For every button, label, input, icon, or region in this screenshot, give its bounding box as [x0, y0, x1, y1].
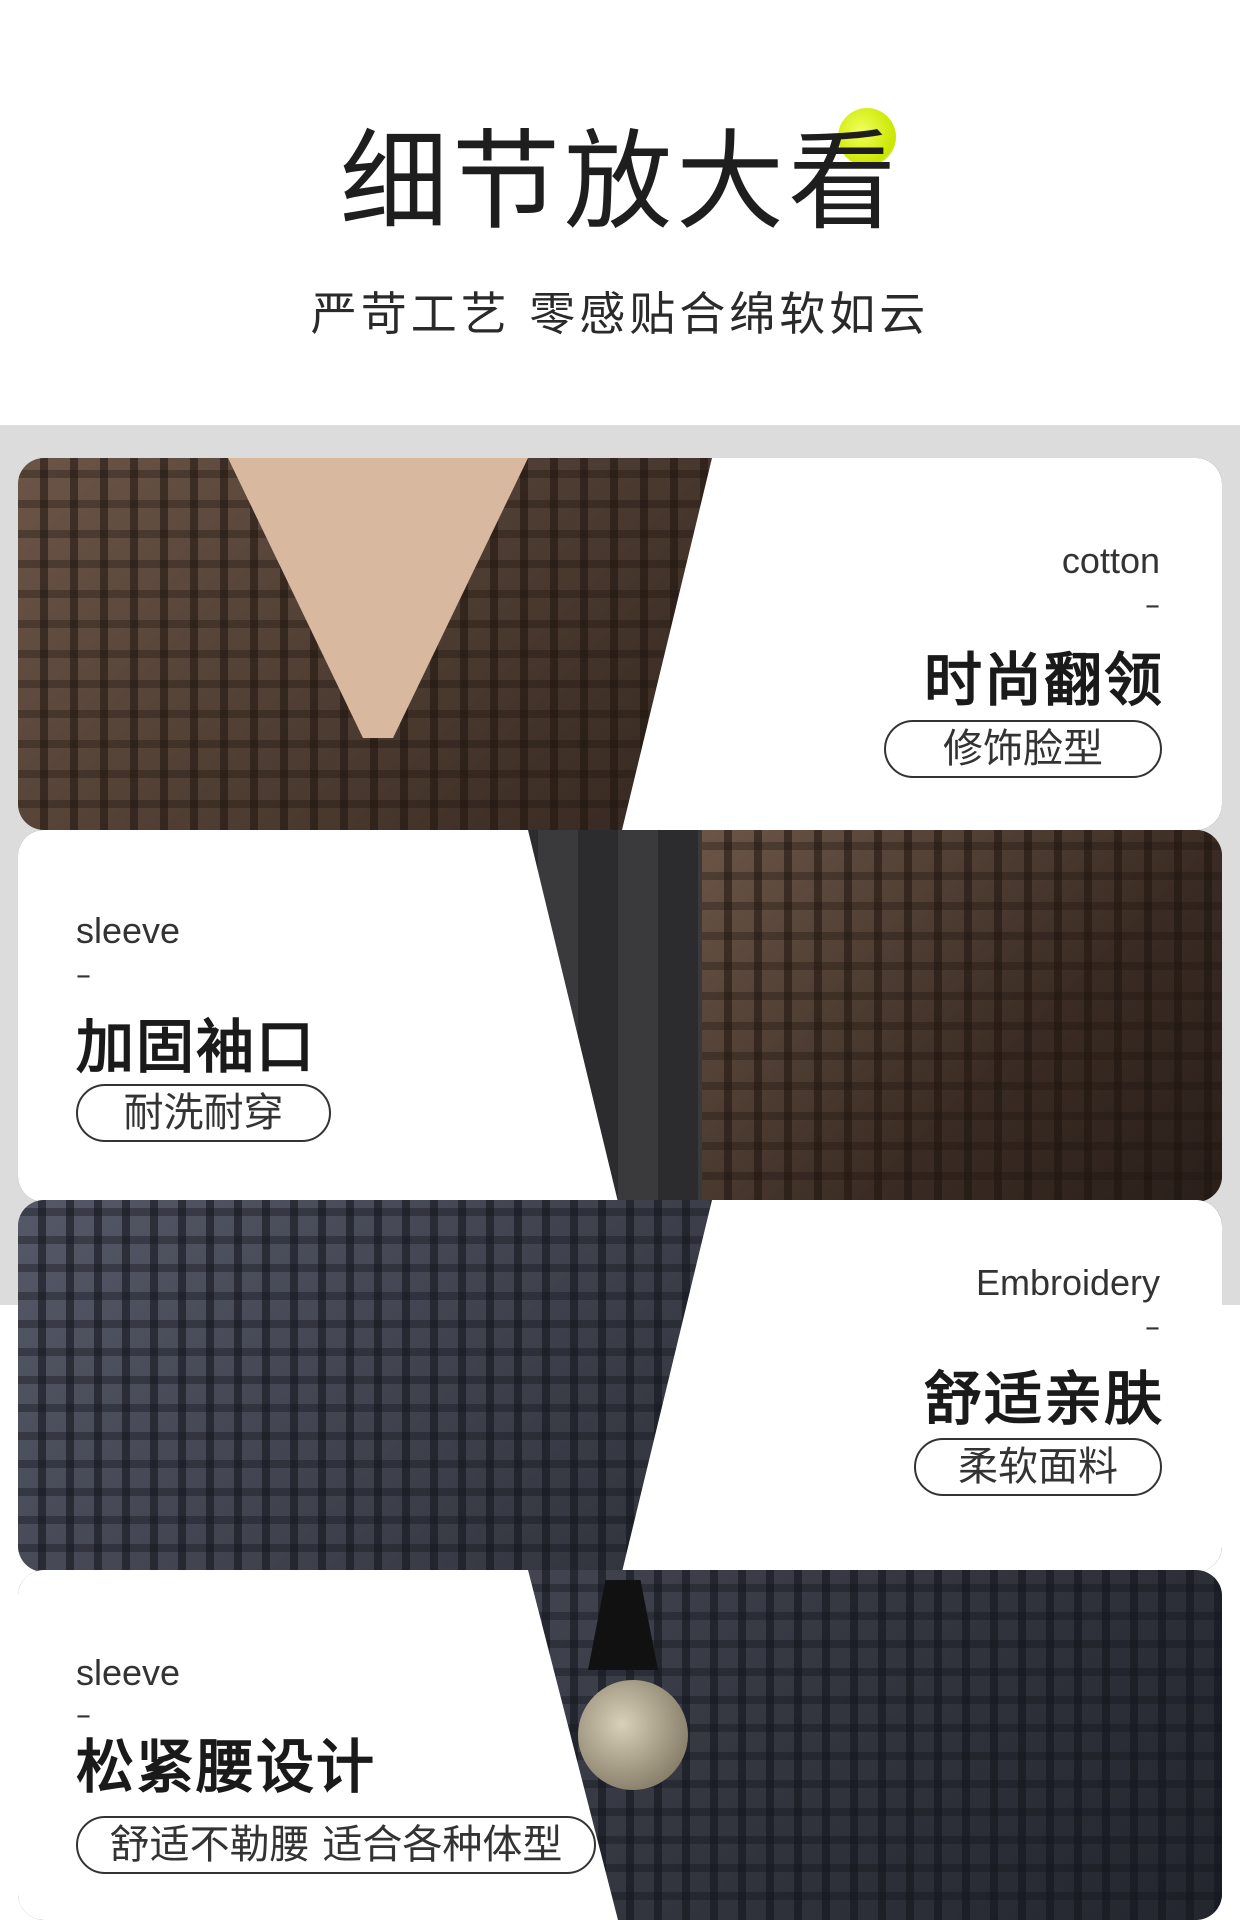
- feature-label-en: Embroidery: [975, 1262, 1160, 1303]
- header-section: 细节放大看 严苛工艺 零感贴合绵软如云: [0, 0, 1240, 425]
- feature-title: 舒适亲肤: [923, 1365, 1164, 1433]
- feature-tag: 柔软面料: [914, 1438, 1162, 1496]
- feature-title: 时尚翻领: [923, 646, 1164, 714]
- globe-shape: [578, 1680, 688, 1790]
- feature-label-en: sleeve: [76, 1652, 181, 1693]
- feature-title: 松紧腰设计: [76, 1733, 377, 1801]
- feature-panel-waist: sleeve – 松紧腰设计 舒适不勒腰 适合各种体型: [18, 1570, 1222, 1920]
- feature-title: 加固袖口: [76, 1013, 317, 1081]
- feature-label-en: cotton: [1061, 540, 1160, 581]
- feature-panel-cuff: sleeve – 加固袖口 耐洗耐穿: [18, 830, 1222, 1202]
- feature-panel-collar: cotton – 时尚翻领 修饰脸型: [18, 458, 1222, 830]
- collar-neck-shape: [228, 458, 528, 738]
- feature-card: cotton – 时尚翻领 修饰脸型: [622, 458, 1222, 830]
- feature-card: Embroidery – 舒适亲肤 柔软面料: [622, 1200, 1222, 1572]
- sleeve-pattern: [702, 830, 1222, 1202]
- feature-dash: –: [1145, 588, 1160, 623]
- feature-card: sleeve – 松紧腰设计 舒适不勒腰 适合各种体型: [18, 1570, 618, 1920]
- feature-label-en: sleeve: [76, 910, 181, 951]
- feature-card: sleeve – 加固袖口 耐洗耐穿: [18, 830, 618, 1202]
- feature-panel-fabric: Embroidery – 舒适亲肤 柔软面料: [18, 1200, 1222, 1572]
- feature-tag: 耐洗耐穿: [76, 1084, 331, 1142]
- lamp-shape: [588, 1580, 658, 1670]
- feature-dash: –: [1145, 1310, 1160, 1345]
- page-title: 细节放大看: [339, 120, 900, 245]
- page-subtitle: 严苛工艺 零感贴合绵软如云: [310, 287, 930, 341]
- feature-tag: 修饰脸型: [884, 720, 1162, 778]
- feature-dash: –: [76, 958, 91, 993]
- feature-tag: 舒适不勒腰 适合各种体型: [76, 1816, 596, 1874]
